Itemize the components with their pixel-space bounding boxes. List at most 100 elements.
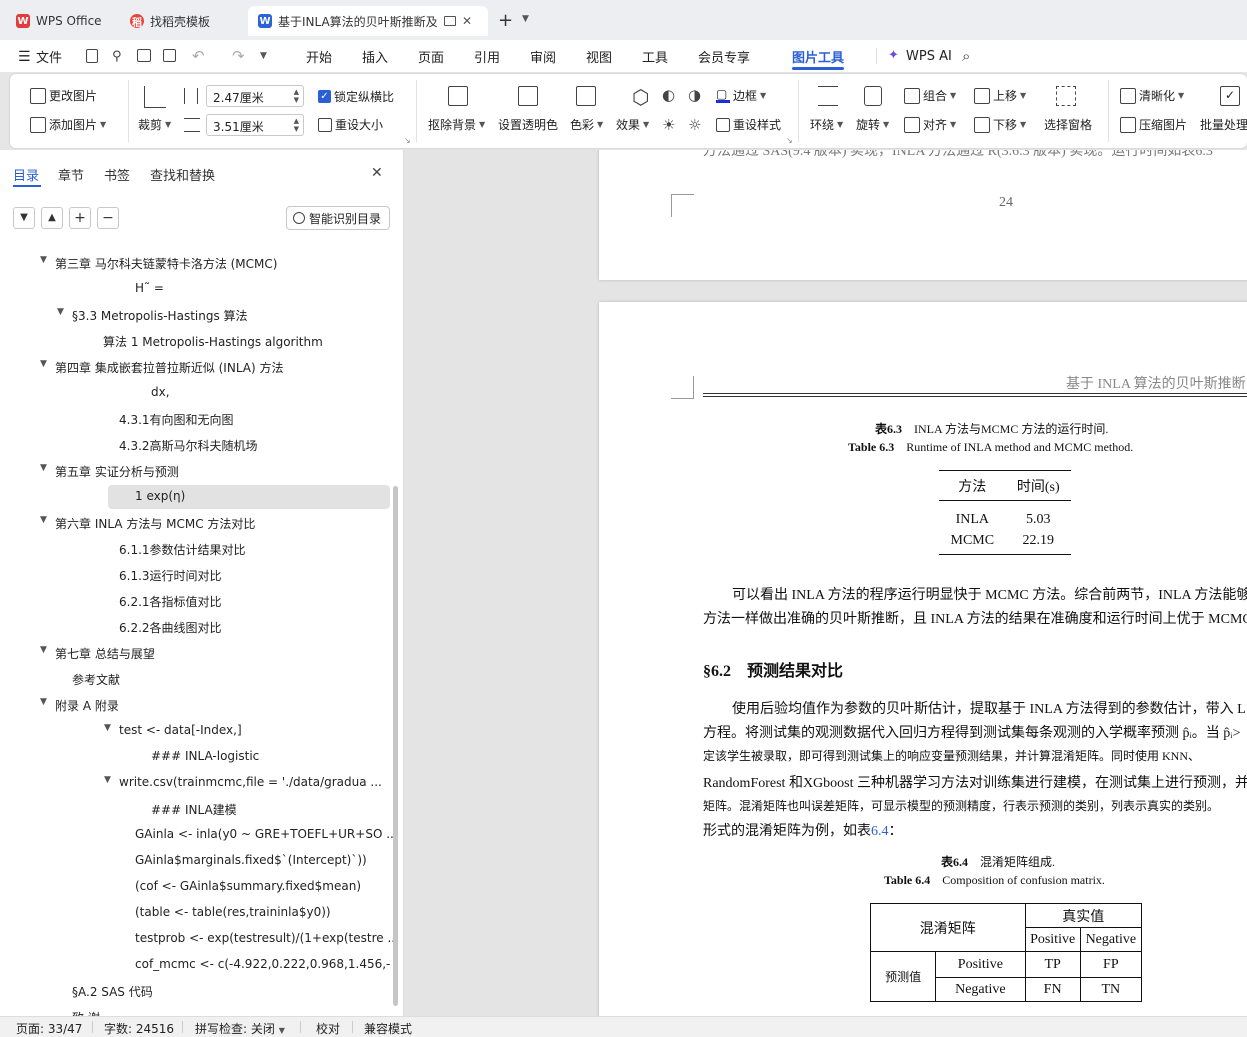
toc-item[interactable]: GAinla$marginals.fixed$`(Intercept)`)) [0,849,395,873]
redo-icon[interactable]: ↷ [232,47,245,65]
quick-access-chevron-icon[interactable]: ▼ [260,51,267,61]
spinner-arrows-icon[interactable]: ▲ ▼ [294,117,299,133]
toc-item[interactable]: 参考文献 [0,667,395,691]
nav-tab-toc[interactable]: 目录 [13,165,39,184]
selection-pane-icon[interactable] [1056,86,1076,106]
toc-item[interactable]: (cof <- GAinla$summary.fixed$mean) [0,875,395,899]
lock-ratio-checkbox[interactable]: ✓ 锁定纵横比 [318,88,394,105]
toc-expand-chevron-icon[interactable]: ▼ [40,697,47,707]
toc-item[interactable]: 算法 1 Metropolis-Hastings algorithm [0,329,395,353]
selection-pane-button[interactable]: 选择窗格 [1044,116,1092,133]
toc-item[interactable]: 1 exp(η) [0,485,395,509]
toc-expand-chevron-icon[interactable]: ▼ [40,645,47,655]
set-transparent-button[interactable]: 设置透明色 [498,116,558,133]
remove-background-button[interactable]: 抠除背景 ▼ [428,116,485,133]
menu-view[interactable]: 视图 [586,46,612,66]
nav-tab-find-replace[interactable]: 查找和替换 [150,165,215,184]
save-icon[interactable] [86,49,98,63]
remove-heading-minus-icon[interactable]: − [97,207,119,229]
increase-brightness-icon[interactable]: ☀ [662,116,675,134]
remove-background-icon[interactable] [448,86,468,106]
dialog-launcher-icon[interactable]: ↘ [786,136,793,145]
toc-expand-chevron-icon[interactable]: ▼ [40,515,47,525]
rotate-icon[interactable] [864,86,882,106]
add-heading-plus-icon[interactable]: + [69,207,91,229]
tab-current-document[interactable]: W 基于INLA算法的贝叶斯推断及 ✕ [248,6,488,36]
reset-size-button[interactable]: 重设大小 [318,116,383,133]
menu-member[interactable]: 会员专享 [698,46,750,66]
toc-expand-chevron-icon[interactable]: ▼ [40,463,47,473]
toc-item[interactable]: 6.2.1各指标值对比 [0,589,395,613]
batch-process-button[interactable]: 批量处理 [1200,116,1247,133]
proofread-button[interactable]: 校对 [316,1020,340,1037]
spell-check-toggle[interactable]: 拼写检查: 关闭 ▼ [195,1020,285,1037]
search-icon[interactable]: ⌕ [962,47,970,65]
toc-expand-chevron-icon[interactable]: ▼ [40,359,47,369]
toc-item[interactable]: §A.2 SAS 代码 [0,979,395,1003]
change-picture-button[interactable]: 更改图片 [30,87,97,104]
collapse-chevron-up-icon[interactable]: ▲ [41,207,63,229]
nav-tab-bookmarks[interactable]: 书签 [104,165,130,184]
width-input[interactable]: 3.51厘米 ▲ ▼ [206,114,304,136]
toc-scrollbar[interactable] [393,486,398,1006]
toc-item[interactable]: ▼ write.csv(trainmcmc,file = './data/grad… [0,771,395,795]
spinner-arrows-icon[interactable]: ▲ ▼ [294,88,299,104]
decrease-brightness-icon[interactable]: ☼ [688,116,701,134]
compress-picture-button[interactable]: 压缩图片 [1120,116,1187,133]
toc-expand-chevron-icon[interactable]: ▼ [57,307,64,317]
toc-item[interactable]: ▼ 第五章 实证分析与预测 [0,459,395,483]
toc-item[interactable]: cof_mcmc <- c(-4.922,0.222,0.968,1.456,-… [0,953,395,977]
align-button[interactable]: 对齐 ▼ [904,116,956,133]
monitor-icon[interactable] [444,16,456,26]
new-tab-button[interactable]: + [498,10,513,31]
menu-references[interactable]: 引用 [474,46,500,66]
wrap-button[interactable]: 环绕 ▼ [810,116,843,133]
reset-style-button[interactable]: 重设样式 [716,116,781,133]
tab-list-chevron-icon[interactable]: ▼ [522,14,529,24]
toc-item[interactable]: ### INLA建模 [0,797,395,821]
toc-expand-chevron-icon[interactable]: ▼ [104,775,111,785]
nav-tab-chapters[interactable]: 章节 [58,165,84,184]
menu-tools[interactable]: 工具 [642,46,668,66]
border-button[interactable]: ▢ 边框 ▼ [716,87,766,104]
color-icon[interactable] [576,86,596,106]
tab-wps-office[interactable]: W WPS Office [6,6,116,36]
undo-icon[interactable]: ↶ [192,47,205,65]
toc-item[interactable]: ▼ 第七章 总结与展望 [0,641,395,665]
toc-item[interactable]: 6.1.1参数估计结果对比 [0,537,395,561]
batch-process-icon[interactable]: ✓ [1220,86,1240,106]
share-link-icon[interactable]: ⚲ [112,49,122,64]
dialog-launcher-icon[interactable]: ↘ [404,136,411,145]
increase-contrast-icon[interactable]: ◐ [662,86,675,104]
menu-review[interactable]: 审阅 [530,46,556,66]
toc-expand-chevron-icon[interactable]: ▼ [40,255,47,265]
close-tab-icon[interactable]: ✕ [462,14,472,28]
toc-item[interactable]: GAinla <- inla(y0 ~ GRE+TOEFL+UR+SO ... [0,823,395,847]
move-up-button[interactable]: 上移 ▼ [974,87,1026,104]
toc-item[interactable]: 6.2.2各曲线图对比 [0,615,395,639]
toc-item[interactable]: ▼ 第三章 马尔科夫链蒙特卡洛方法 (MCMC) [0,251,395,275]
toc-item[interactable]: 6.1.3运行时间对比 [0,563,395,587]
table-reference-link[interactable]: 6.4 [871,824,889,839]
sharpen-button[interactable]: 清晰化 ▼ [1120,87,1184,104]
toc-item[interactable]: 4.3.2高斯马尔科夫随机场 [0,433,395,457]
smart-toc-button[interactable]: 智能识别目录 [286,206,390,230]
menu-wps-ai[interactable]: WPS AI [906,46,952,66]
effects-button[interactable]: 效果 ▼ [616,116,649,133]
word-count[interactable]: 字数: 24516 [104,1020,174,1037]
toc-item[interactable]: ▼ test <- data[-Index,] [0,719,395,743]
color-button[interactable]: 色彩 ▼ [570,116,603,133]
effects-cube-icon[interactable]: ⬡ [632,85,649,109]
crop-button[interactable]: 裁剪 ▼ [138,116,171,133]
toc-item[interactable]: H˜ = [0,277,395,301]
set-transparent-icon[interactable] [518,86,538,106]
height-input[interactable]: 2.47厘米 ▲ ▼ [206,85,304,107]
menu-file[interactable]: 文件 [36,46,62,66]
rotate-button[interactable]: 旋转 ▼ [856,116,889,133]
toc-item[interactable]: ▼ 第六章 INLA 方法与 MCMC 方法对比 [0,511,395,535]
toc-expand-chevron-icon[interactable]: ▼ [104,723,111,733]
menu-picture-tools[interactable]: 图片工具 [792,46,844,66]
close-pane-icon[interactable]: ✕ [371,165,383,181]
decrease-contrast-icon[interactable]: ◑ [688,86,701,104]
toc-item[interactable]: ▼ 附录 A 附录 [0,693,395,717]
